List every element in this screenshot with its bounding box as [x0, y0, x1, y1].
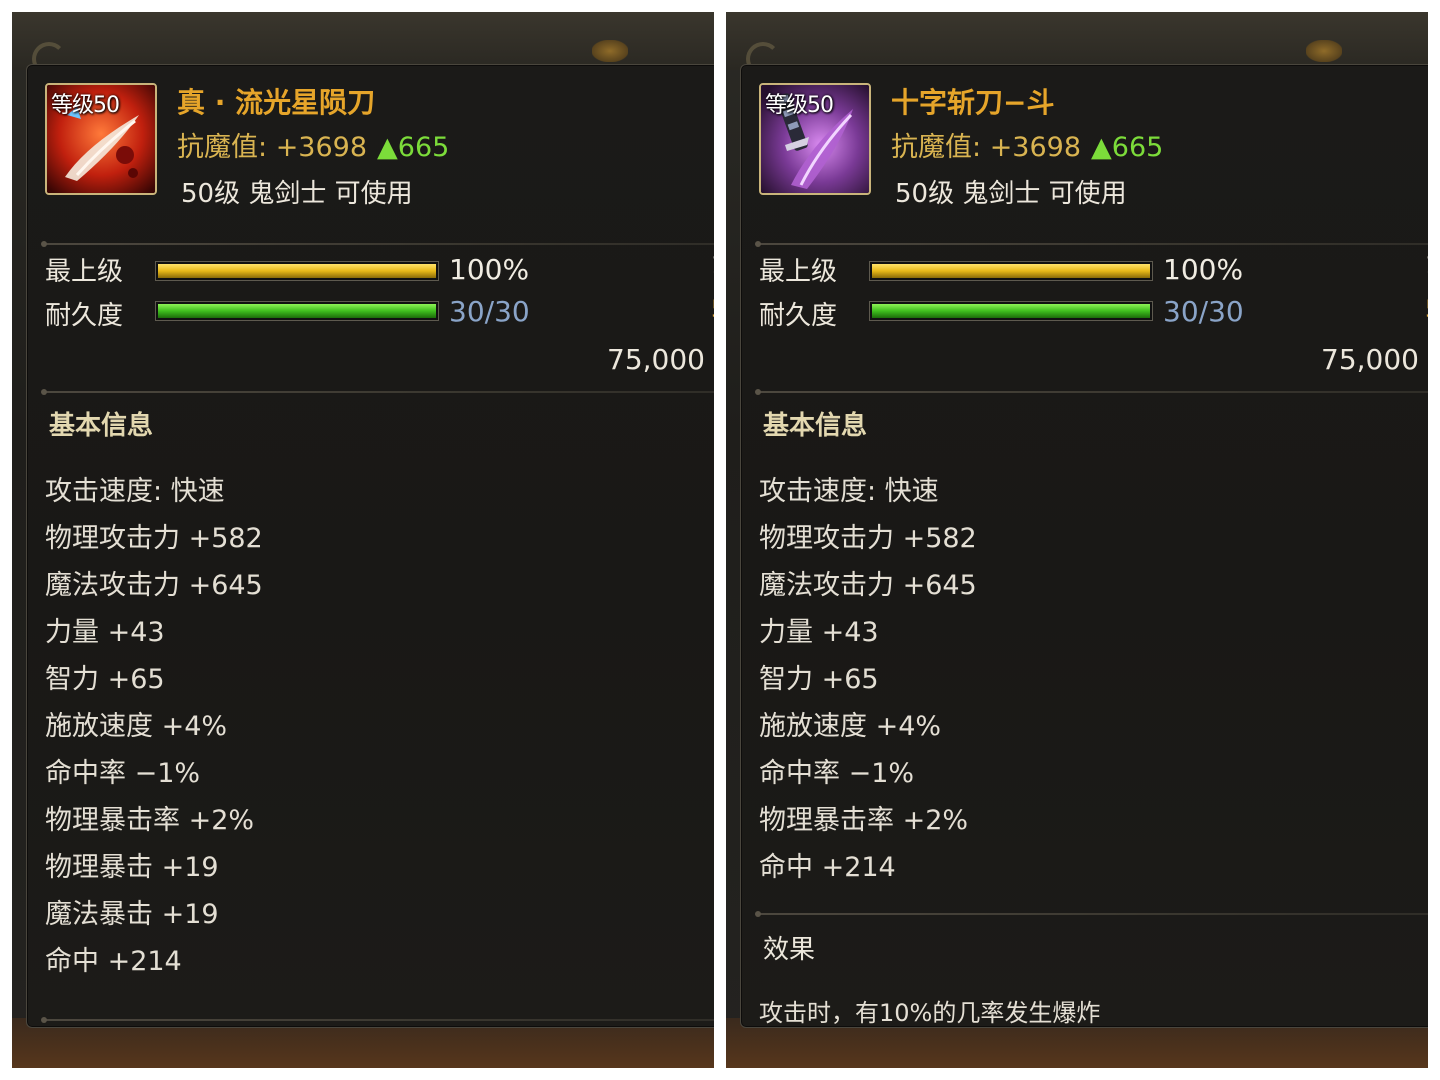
divider [41, 1017, 714, 1023]
magic-resist-value: +3698 [989, 132, 1082, 163]
usable-requirement: 50级 鬼剑士 可使用 [895, 179, 1127, 209]
item-tooltip-panel-right: 等级50 十字斩刀−斗 抗魔值: +3698 ▲665 50级 鬼剑士 可使用 最… [726, 12, 1428, 1068]
grade-label: 最上级 [45, 257, 124, 287]
item-level-badge: 等级50 [765, 93, 834, 118]
magic-resist-increase: ▲665 [1091, 132, 1164, 163]
stat-line: 施放速度 +4% [759, 711, 942, 742]
stat-line: 攻击速度: 快速 [45, 476, 225, 507]
item-name: 十字斩刀−斗 [891, 86, 1055, 119]
item-name: 真 · 流光星陨刀 [177, 86, 376, 119]
stat-line: 命中 +214 [759, 852, 896, 883]
divider [41, 389, 714, 395]
stat-line: 命中率 −1% [759, 758, 915, 789]
stat-line: 命中 +214 [45, 946, 182, 977]
grade-label: 最上级 [759, 257, 838, 287]
item-tooltip: 等级50 真 · 流光星陨刀 抗魔值: +3698 ▲665 50级 鬼剑士 可使… [26, 64, 714, 1028]
stat-line: 物理暴击率 +2% [759, 805, 969, 836]
magic-resist-row: 抗魔值: +3698 ▲665 [177, 125, 449, 164]
divider [755, 241, 1428, 247]
divider [755, 389, 1428, 395]
stat-line: 攻击速度: 快速 [759, 476, 939, 507]
magic-resist-label: 抗魔值: [177, 132, 276, 163]
durability-bar [869, 301, 1153, 321]
magic-resist-increase: ▲665 [377, 132, 450, 163]
stat-line: 命中率 −1% [45, 758, 201, 789]
durability-label: 耐久度 [45, 301, 124, 331]
game-hud-background [12, 12, 714, 76]
durability-bar-fill [872, 304, 1150, 318]
item-tooltip-panel-left: 等级50 真 · 流光星陨刀 抗魔值: +3698 ▲665 50级 鬼剑士 可使… [12, 12, 714, 1068]
magic-resist-value: +3698 [275, 132, 368, 163]
section-title-basic-info: 基本信息 [763, 411, 868, 441]
stat-list: 攻击速度: 快速 物理攻击力 +582 魔法攻击力 +645 力量 +43 智力… [759, 469, 977, 892]
section-title-effect: 效果 [763, 935, 816, 965]
cut-off-text: 5 [711, 295, 714, 323]
stat-line: 施放速度 +4% [45, 711, 228, 742]
weapon-icon-slot[interactable]: 等级50 [45, 83, 157, 195]
game-hud-background [726, 12, 1428, 76]
cut-off-text: 1 [711, 251, 714, 279]
grade-bar [155, 261, 439, 281]
item-price: 75,000 [607, 343, 705, 376]
grade-bar-fill [872, 264, 1150, 278]
cut-off-text: 1 [1425, 251, 1428, 279]
stat-line: 力量 +43 [45, 617, 165, 648]
durability-label: 耐久度 [759, 301, 838, 331]
grade-percent: 100% [1163, 253, 1244, 286]
grade-bar [869, 261, 1153, 281]
durability-bar [155, 301, 439, 321]
stat-line: 智力 +65 [759, 664, 879, 695]
item-price: 75,000 [1321, 343, 1419, 376]
durability-value: 30/30 [449, 295, 530, 328]
stat-line: 力量 +43 [759, 617, 879, 648]
grade-percent: 100% [449, 253, 530, 286]
item-tooltip: 等级50 十字斩刀−斗 抗魔值: +3698 ▲665 50级 鬼剑士 可使用 最… [740, 64, 1428, 1028]
cut-off-text: 5 [1425, 295, 1428, 323]
grade-bar-fill [158, 264, 436, 278]
stat-line: 魔法攻击力 +645 [45, 570, 263, 601]
magic-resist-label: 抗魔值: [891, 132, 990, 163]
section-title-basic-info: 基本信息 [49, 411, 154, 441]
magic-resist-row: 抗魔值: +3698 ▲665 [891, 125, 1163, 164]
durability-bar-fill [158, 304, 436, 318]
divider [755, 911, 1428, 917]
stat-line: 物理暴击率 +2% [45, 805, 255, 836]
divider [41, 241, 714, 247]
effect-description: 攻击时，有10%的几率发生爆炸 [759, 999, 1101, 1027]
stat-line: 魔法攻击力 +645 [759, 570, 977, 601]
item-level-badge: 等级50 [51, 93, 120, 118]
stat-line: 物理攻击力 +582 [759, 523, 977, 554]
usable-requirement: 50级 鬼剑士 可使用 [181, 179, 413, 209]
stat-line: 智力 +65 [45, 664, 165, 695]
weapon-icon-slot[interactable]: 等级50 [759, 83, 871, 195]
stat-line: 物理暴击 +19 [45, 852, 219, 883]
stat-line: 物理攻击力 +582 [45, 523, 263, 554]
stat-list: 攻击速度: 快速 物理攻击力 +582 魔法攻击力 +645 力量 +43 智力… [45, 469, 263, 986]
durability-value: 30/30 [1163, 295, 1244, 328]
stat-line: 魔法暴击 +19 [45, 899, 219, 930]
